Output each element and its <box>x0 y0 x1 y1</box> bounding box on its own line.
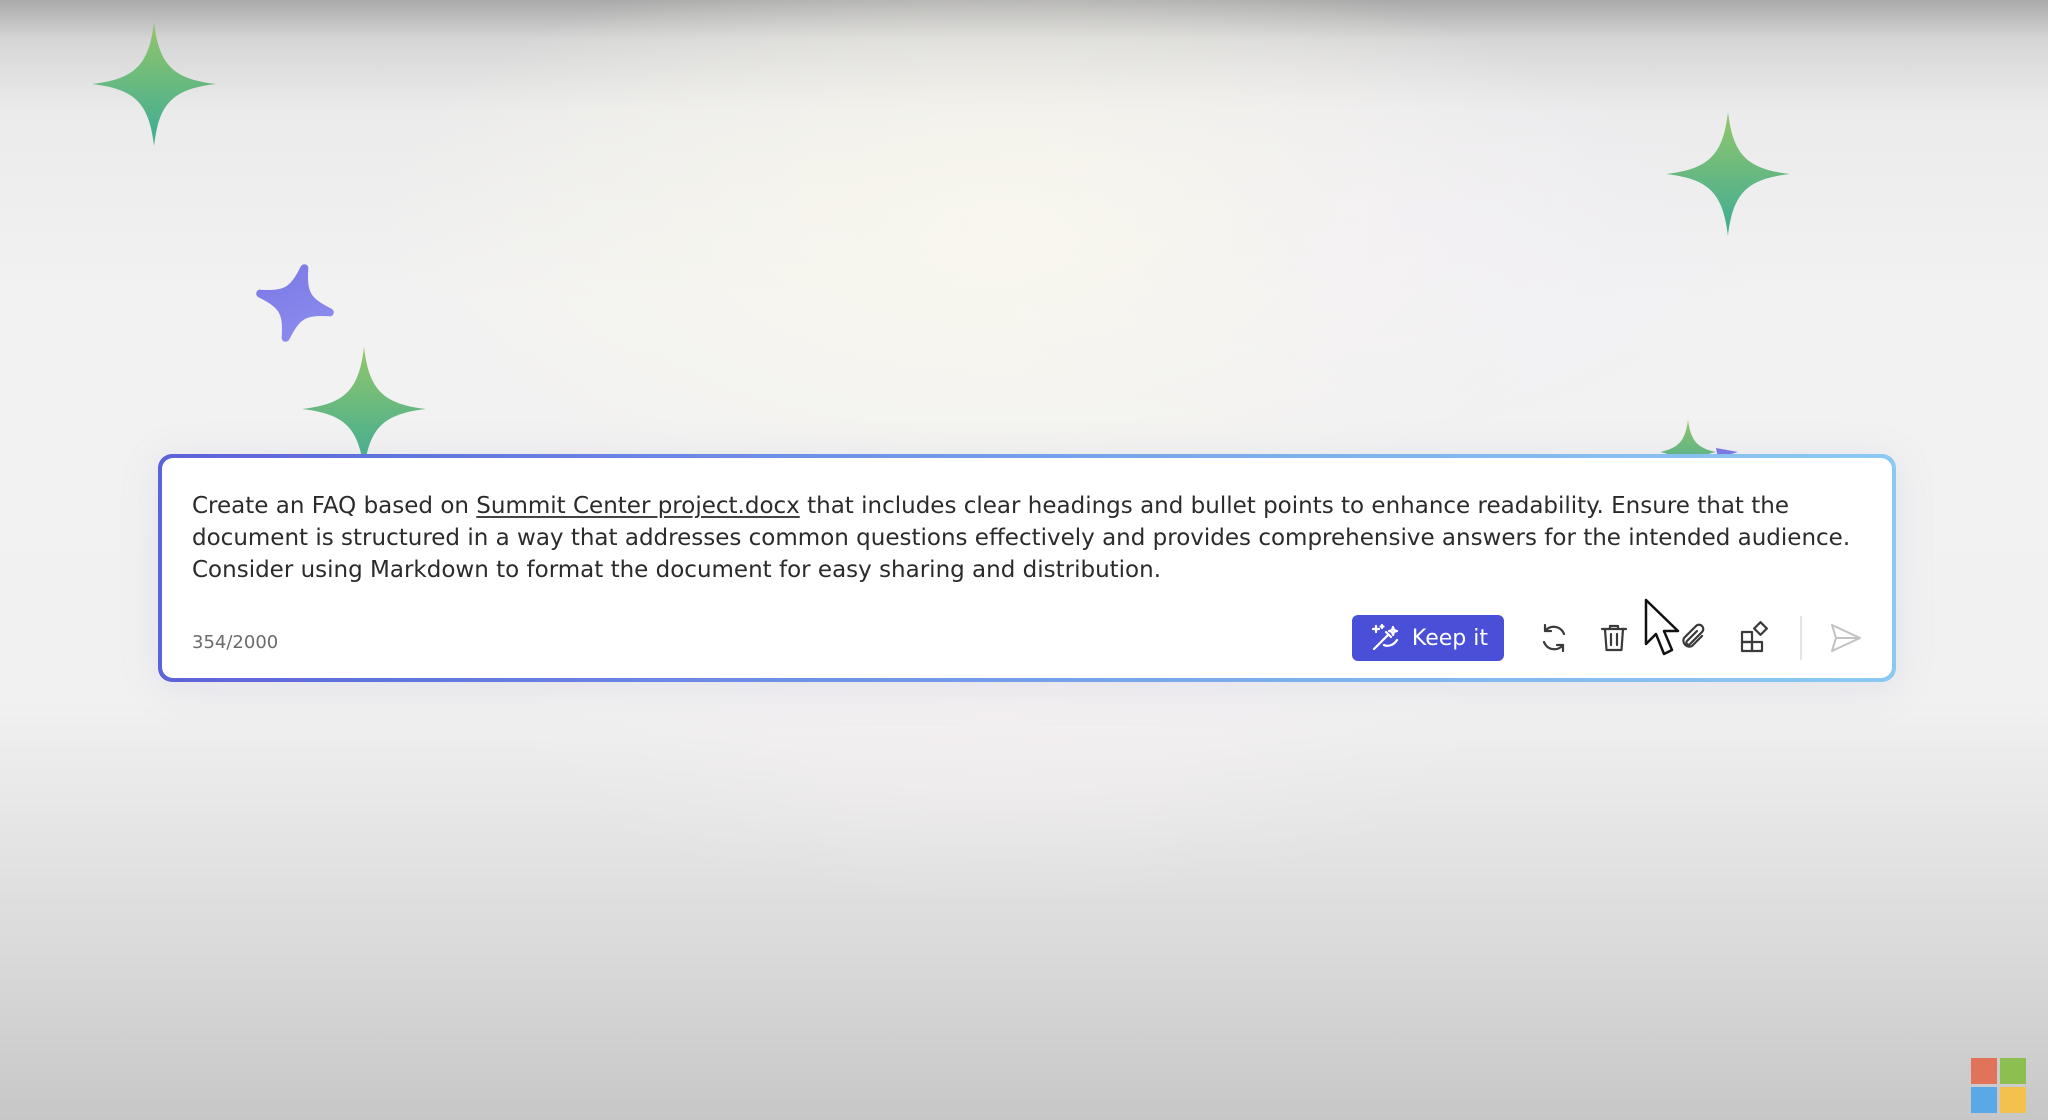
send-button[interactable] <box>1826 618 1866 658</box>
prompt-toolbar: Keep it <box>1351 615 1868 661</box>
trash-icon <box>1600 624 1628 652</box>
add-apps-button[interactable] <box>1734 618 1774 658</box>
prompt-box: Create an FAQ based on Summit Center pro… <box>158 454 1896 682</box>
logo-green-square <box>2000 1058 2026 1084</box>
prompt-text-start: Create an FAQ based on <box>192 493 477 519</box>
delete-button[interactable] <box>1594 618 1634 658</box>
file-reference-link[interactable]: Summit Center project.docx <box>476 493 800 519</box>
mouse-cursor-icon <box>1644 598 1680 656</box>
sparkle-icon <box>256 264 334 342</box>
add-apps-icon <box>1740 621 1768 653</box>
regenerate-icon <box>1542 623 1566 653</box>
sparkle-icon <box>92 22 216 146</box>
logo-yellow-square <box>2000 1087 2026 1113</box>
logo-red-square <box>1971 1058 1997 1084</box>
toolbar-divider <box>1800 616 1802 660</box>
sparkle-icon <box>1666 112 1790 236</box>
keep-it-button[interactable]: Keep it <box>1351 615 1504 661</box>
logo-blue-square <box>1971 1087 1997 1113</box>
prompt-card: Create an FAQ based on Summit Center pro… <box>162 458 1892 678</box>
character-count: 354/2000 <box>192 632 279 653</box>
keep-it-icon <box>1370 623 1400 653</box>
microsoft-logo <box>1971 1058 2027 1114</box>
send-icon <box>1831 624 1861 652</box>
prompt-input[interactable]: Create an FAQ based on Summit Center pro… <box>192 490 1872 586</box>
keep-it-label: Keep it <box>1411 625 1488 651</box>
regenerate-button[interactable] <box>1534 618 1574 658</box>
